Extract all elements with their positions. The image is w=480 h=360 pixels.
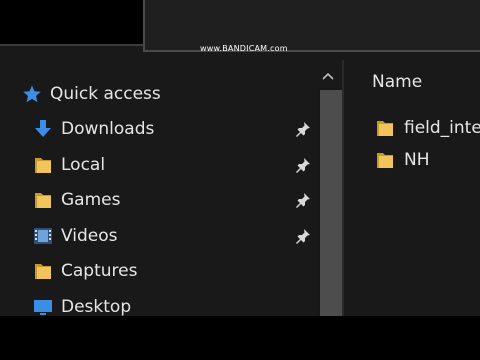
file-name: NH — [404, 150, 430, 170]
sidebar-item-downloads[interactable]: Downloads — [0, 112, 318, 146]
pin-icon[interactable] — [294, 156, 312, 174]
pin-icon[interactable] — [294, 191, 312, 209]
folder-icon — [33, 155, 53, 175]
scrollbar-thumb[interactable] — [320, 90, 342, 316]
navigation-pane: Quick access Downloads Local Games Video… — [0, 60, 318, 316]
sidebar-item-label: Captures — [61, 261, 138, 281]
pin-icon[interactable] — [294, 227, 312, 245]
sidebar-item-label: Desktop — [61, 297, 132, 316]
list-item[interactable]: field_inter — [344, 114, 480, 142]
sidebar-item-captures[interactable]: Captures — [0, 254, 318, 288]
file-explorer-window: www.BANDICAM.com Quick access Downloads … — [0, 0, 480, 316]
sidebar-item-label: Games — [61, 190, 121, 210]
sidebar-item-local[interactable]: Local — [0, 148, 318, 182]
sidebar-item-games[interactable]: Games — [0, 183, 318, 217]
videos-icon — [33, 226, 53, 246]
folder-icon — [33, 261, 53, 281]
address-area — [143, 0, 480, 52]
file-name: field_inter — [404, 118, 480, 138]
pin-icon[interactable] — [294, 120, 312, 138]
folder-icon — [376, 119, 394, 137]
sidebar-item-label: Quick access — [50, 84, 161, 104]
scroll-up-button[interactable] — [320, 70, 336, 82]
sidebar-item-desktop[interactable]: Desktop — [0, 290, 318, 316]
star-icon — [22, 84, 42, 104]
sidebar-item-label: Downloads — [61, 119, 155, 139]
download-arrow-icon — [33, 119, 53, 139]
sidebar-item-label: Local — [61, 155, 106, 175]
column-header-name[interactable]: Name — [372, 72, 422, 92]
list-item[interactable]: NH — [344, 146, 480, 174]
recording-watermark: www.BANDICAM.com — [200, 44, 288, 53]
sidebar-item-label: Videos — [61, 226, 118, 246]
desktop-icon — [33, 297, 53, 316]
content-pane: Name field_inter NH — [344, 60, 480, 316]
folder-icon — [33, 190, 53, 210]
folder-icon — [376, 151, 394, 169]
top-divider — [0, 44, 143, 46]
sidebar-item-quick-access[interactable]: Quick access — [0, 77, 318, 111]
sidebar-item-videos[interactable]: Videos — [0, 219, 318, 253]
